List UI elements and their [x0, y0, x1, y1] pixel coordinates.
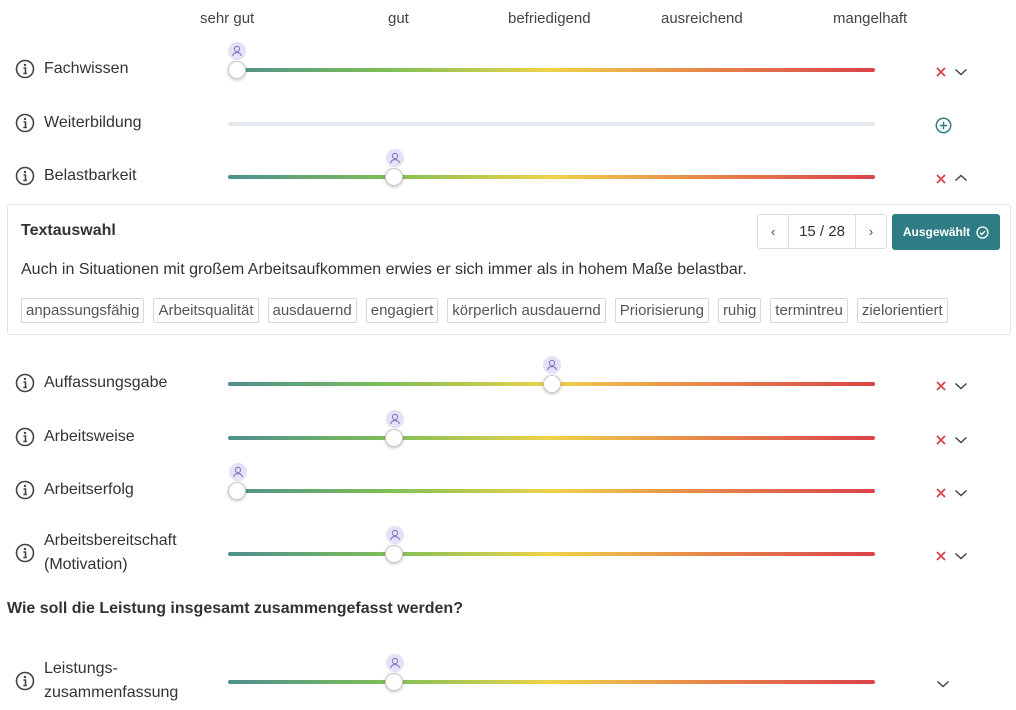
selected-button-label: Ausgewählt	[902, 225, 971, 239]
user-avatar-icon	[228, 42, 246, 60]
scale-label-ausreichend: ausreichend	[661, 10, 743, 27]
remove-icon[interactable]	[935, 380, 947, 392]
check-circle-icon	[976, 225, 989, 239]
slider-handle[interactable]	[543, 375, 561, 393]
panel-title: Textauswahl	[21, 222, 116, 239]
rating-slider-track[interactable]	[228, 489, 875, 493]
row-label: Arbeitserfolg	[44, 481, 134, 498]
user-avatar-icon	[229, 463, 247, 481]
row-label: Fachwissen	[44, 60, 129, 77]
keyword-chip[interactable]: ruhig	[717, 298, 762, 323]
chevron-down-icon[interactable]	[936, 679, 950, 689]
keyword-chip[interactable]: anpassungsfähig	[21, 298, 145, 323]
next-text-button[interactable]: ›	[856, 215, 886, 248]
keyword-chip[interactable]: Priorisierung	[614, 298, 709, 323]
user-avatar-icon	[543, 356, 561, 374]
info-icon[interactable]	[15, 480, 35, 500]
rating-slider-track[interactable]	[228, 175, 875, 179]
slider-handle[interactable]	[385, 168, 403, 186]
chevron-down-icon[interactable]	[954, 67, 968, 77]
row-label-line-2: zusammenfassung	[44, 684, 179, 701]
slider-handle[interactable]	[228, 61, 246, 79]
scale-label-sehr-gut: sehr gut	[200, 10, 255, 27]
text-selection-panel: Textauswahl ‹ 15 / 28 › Ausgewählt Auch …	[7, 204, 1011, 335]
rating-slider-track[interactable]	[228, 680, 875, 684]
info-icon[interactable]	[15, 113, 35, 133]
pager-count: 15 / 28	[788, 215, 856, 248]
row-label-line-1: Arbeitsbereitschaft	[44, 532, 177, 549]
user-avatar-icon	[386, 410, 404, 428]
text-pager: ‹ 15 / 28 ›	[757, 214, 887, 249]
remove-icon[interactable]	[935, 487, 947, 499]
row-label: Auffassungsgabe	[44, 374, 168, 391]
rating-slider-track-empty[interactable]	[228, 122, 875, 126]
rating-slider-track[interactable]	[228, 552, 875, 556]
rating-slider-track[interactable]	[228, 436, 875, 440]
keyword-chip[interactable]: termintreu	[770, 298, 848, 323]
remove-icon[interactable]	[935, 550, 947, 562]
remove-icon[interactable]	[935, 66, 947, 78]
keyword-chip[interactable]: ausdauernd	[267, 298, 357, 323]
info-icon[interactable]	[15, 166, 35, 186]
chevron-down-icon[interactable]	[954, 551, 968, 561]
remove-icon[interactable]	[935, 173, 947, 185]
summary-question: Wie soll die Leistung insgesamt zusammen…	[7, 600, 463, 617]
info-icon[interactable]	[15, 671, 35, 691]
user-avatar-icon	[386, 654, 404, 672]
info-icon[interactable]	[15, 59, 35, 79]
previous-text-button[interactable]: ‹	[758, 215, 788, 248]
chevron-up-icon[interactable]	[954, 173, 968, 183]
keyword-chip[interactable]: körperlich ausdauernd	[447, 298, 606, 323]
keyword-chip[interactable]: zielorientiert	[856, 298, 948, 323]
scale-label-mangelhaft: mangelhaft	[833, 10, 908, 27]
keyword-chips: anpassungsfähig Arbeitsqualität ausdauer…	[21, 298, 948, 323]
keyword-chip[interactable]: Arbeitsqualität	[153, 298, 259, 323]
row-label-line-1: Leistungs-	[44, 660, 118, 677]
slider-handle[interactable]	[385, 545, 403, 563]
slider-handle[interactable]	[385, 673, 403, 691]
user-avatar-icon	[386, 526, 404, 544]
remove-icon[interactable]	[935, 434, 947, 446]
keyword-chip[interactable]: engagiert	[365, 298, 439, 323]
slider-handle[interactable]	[228, 482, 246, 500]
selected-button[interactable]: Ausgewählt	[892, 214, 1000, 250]
row-label: Weiterbildung	[44, 114, 142, 131]
rating-slider-track[interactable]	[228, 68, 875, 72]
user-avatar-icon	[386, 149, 404, 167]
add-icon[interactable]	[935, 117, 952, 134]
scale-label-befriedigend: befriedigend	[508, 10, 591, 27]
row-label: Arbeitsweise	[44, 428, 135, 445]
scale-label-gut: gut	[388, 10, 409, 27]
chevron-down-icon[interactable]	[954, 435, 968, 445]
chevron-down-icon[interactable]	[954, 488, 968, 498]
row-label-line-2: (Motivation)	[44, 556, 128, 573]
info-icon[interactable]	[15, 427, 35, 447]
slider-handle[interactable]	[385, 429, 403, 447]
row-label: Belastbarkeit	[44, 167, 137, 184]
info-icon[interactable]	[15, 543, 35, 563]
chevron-down-icon[interactable]	[954, 381, 968, 391]
info-icon[interactable]	[15, 373, 35, 393]
selected-text: Auch in Situationen mit großem Arbeitsau…	[21, 261, 747, 278]
